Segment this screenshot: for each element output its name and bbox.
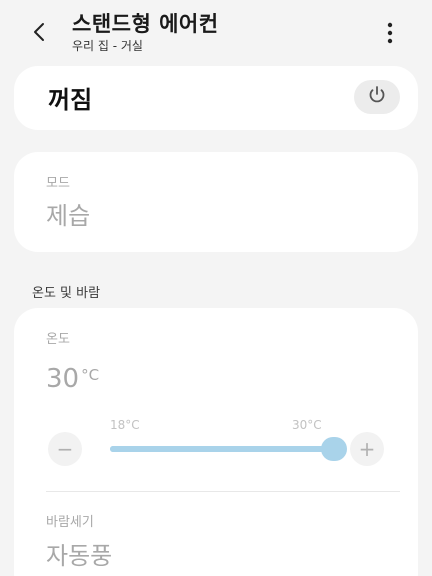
divider [46,491,400,492]
temperature-slider-thumb[interactable] [321,437,347,461]
mode-label: 모드 [46,176,70,191]
wind-speed-value: 자동풍 [46,542,113,570]
temperature-min-label: 18°C [110,418,140,432]
top-app-bar: 스탠드형 에어컨 우리 집 - 거실 [0,0,432,62]
temperature-label: 온도 [46,332,70,347]
temperature-unit: °C [81,366,100,384]
decrease-temperature-button[interactable]: − [48,432,82,466]
temperature-wind-card: 온도 30 °C 18°C 30°C − + 바람세기 자동풍 [14,308,418,576]
more-options-icon[interactable] [380,20,400,46]
minus-icon: − [56,437,74,461]
power-button[interactable] [354,80,400,114]
temperature-display: 30 °C [46,364,99,394]
increase-temperature-button[interactable]: + [350,432,384,466]
temperature-slider-fill [110,446,334,452]
device-title: 스탠드형 에어컨 [72,12,219,36]
wind-speed-label: 바람세기 [46,515,94,530]
power-card: 꺼짐 [14,66,418,130]
mode-card[interactable]: 모드 제습 [14,152,418,252]
plus-icon: + [358,437,376,461]
temperature-value: 30 [46,364,80,394]
device-location: 우리 집 - 거실 [72,39,143,53]
power-status-label: 꺼짐 [48,86,93,114]
temperature-slider[interactable] [110,437,347,461]
power-icon [366,84,388,110]
mode-value: 제습 [46,202,91,230]
temperature-max-label: 30°C [292,418,322,432]
section-title-temperature-wind: 온도 및 바람 [32,286,101,301]
back-arrow-icon[interactable] [28,20,52,44]
